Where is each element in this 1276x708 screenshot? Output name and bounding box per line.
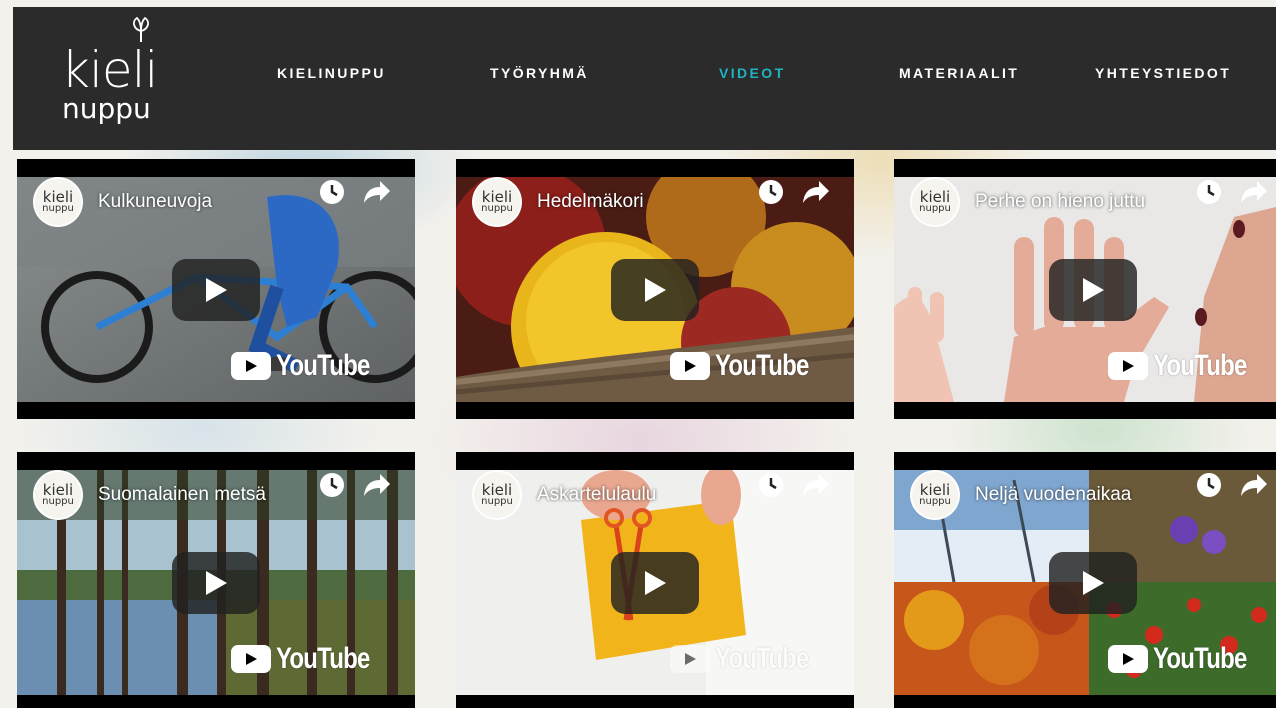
play-button[interactable] bbox=[172, 552, 260, 614]
video-embed-kulkuneuvoja[interactable]: kieli nuppu Kulkuneuvoja YouTube bbox=[17, 159, 415, 419]
channel-avatar-line2: nuppu bbox=[42, 203, 74, 214]
channel-avatar-line2: nuppu bbox=[481, 496, 513, 507]
channel-avatar[interactable]: kieli nuppu bbox=[910, 470, 960, 520]
video-embed-suomalainen-metsa[interactable]: kieli nuppu Suomalainen metsä YouTube bbox=[17, 452, 415, 708]
share-icon[interactable] bbox=[802, 179, 830, 205]
youtube-wordmark: YouTube bbox=[715, 642, 809, 675]
youtube-watermark[interactable]: YouTube bbox=[231, 642, 393, 676]
share-icon[interactable] bbox=[1240, 472, 1268, 498]
youtube-wordmark: YouTube bbox=[276, 349, 370, 382]
channel-avatar[interactable]: kieli nuppu bbox=[33, 470, 83, 520]
play-icon bbox=[645, 571, 666, 595]
channel-avatar-line2: nuppu bbox=[919, 203, 951, 214]
youtube-play-logo-icon bbox=[670, 352, 711, 380]
nav-item-tyoryhma[interactable]: TYÖRYHMÄ bbox=[490, 65, 589, 81]
channel-avatar[interactable]: kieli nuppu bbox=[472, 177, 522, 227]
youtube-wordmark: YouTube bbox=[715, 349, 809, 382]
channel-avatar[interactable]: kieli nuppu bbox=[33, 177, 83, 227]
channel-avatar-line2: nuppu bbox=[481, 203, 513, 214]
video-embed-nelja-vuodenaikaa[interactable]: kieli nuppu Neljä vuodenaikaa YouTube bbox=[894, 452, 1276, 708]
video-title[interactable]: Perhe on hieno juttu bbox=[975, 191, 1145, 213]
clock-icon[interactable] bbox=[319, 179, 345, 205]
video-title[interactable]: Neljä vuodenaikaa bbox=[975, 484, 1131, 506]
clock-icon[interactable] bbox=[1196, 472, 1222, 498]
play-button[interactable] bbox=[611, 552, 699, 614]
play-button[interactable] bbox=[1049, 259, 1137, 321]
play-button[interactable] bbox=[172, 259, 260, 321]
youtube-play-logo-icon bbox=[1108, 645, 1149, 673]
channel-avatar[interactable]: kieli nuppu bbox=[910, 177, 960, 227]
video-title[interactable]: Suomalainen metsä bbox=[98, 484, 266, 506]
youtube-watermark[interactable]: YouTube bbox=[670, 642, 832, 676]
video-embed-hedelmakori[interactable]: kieli nuppu Hedelmäkori YouTube bbox=[456, 159, 854, 419]
nav-item-yhteystiedot[interactable]: YHTEYSTIEDOT bbox=[1095, 65, 1231, 81]
share-icon[interactable] bbox=[363, 179, 391, 205]
channel-avatar-line1: kieli bbox=[481, 481, 513, 499]
video-embed-askartelulaulu[interactable]: kieli nuppu Askartelulaulu YouTube bbox=[456, 452, 854, 708]
youtube-play-logo-icon bbox=[1108, 352, 1149, 380]
clock-icon[interactable] bbox=[758, 179, 784, 205]
play-icon bbox=[206, 278, 227, 302]
clock-icon[interactable] bbox=[1196, 179, 1222, 205]
clock-icon[interactable] bbox=[319, 472, 345, 498]
youtube-wordmark: YouTube bbox=[1153, 642, 1247, 675]
channel-avatar-line1: kieli bbox=[919, 481, 951, 499]
youtube-watermark[interactable]: YouTube bbox=[1108, 642, 1270, 676]
channel-avatar-line2: nuppu bbox=[919, 496, 951, 507]
video-title[interactable]: Askartelulaulu bbox=[537, 484, 656, 506]
logo-text-line2: nuppu bbox=[62, 92, 151, 125]
youtube-watermark[interactable]: YouTube bbox=[231, 349, 393, 383]
nav-item-videot[interactable]: VIDEOT bbox=[719, 65, 786, 81]
share-icon[interactable] bbox=[802, 472, 830, 498]
youtube-play-logo-icon bbox=[231, 352, 272, 380]
play-icon bbox=[645, 278, 666, 302]
play-button[interactable] bbox=[1049, 552, 1137, 614]
channel-avatar-line2: nuppu bbox=[42, 496, 74, 507]
channel-avatar-line1: kieli bbox=[42, 481, 74, 499]
share-icon[interactable] bbox=[1240, 179, 1268, 205]
video-embed-perhe-on-hieno-juttu[interactable]: kieli nuppu Perhe on hieno juttu YouTube bbox=[894, 159, 1276, 419]
channel-avatar-line1: kieli bbox=[42, 188, 74, 206]
play-icon bbox=[206, 571, 227, 595]
share-icon[interactable] bbox=[363, 472, 391, 498]
video-title[interactable]: Hedelmäkori bbox=[537, 191, 644, 213]
channel-avatar[interactable]: kieli nuppu bbox=[472, 470, 522, 520]
channel-avatar-line1: kieli bbox=[481, 188, 513, 206]
video-title[interactable]: Kulkuneuvoja bbox=[98, 191, 212, 213]
main-nav: KIELINUPPU TYÖRYHMÄ VIDEOT MATERIAALIT Y… bbox=[13, 65, 1276, 89]
site-header: kieli nuppu KIELINUPPU TYÖRYHMÄ VIDEOT M… bbox=[13, 7, 1276, 150]
nav-item-kielinuppu[interactable]: KIELINUPPU bbox=[277, 65, 386, 81]
bud-leaf-icon bbox=[133, 17, 149, 43]
play-icon bbox=[1083, 571, 1104, 595]
channel-avatar-line1: kieli bbox=[919, 188, 951, 206]
youtube-play-logo-icon bbox=[670, 645, 711, 673]
youtube-wordmark: YouTube bbox=[1153, 349, 1247, 382]
youtube-wordmark: YouTube bbox=[276, 642, 370, 675]
play-icon bbox=[1083, 278, 1104, 302]
youtube-watermark[interactable]: YouTube bbox=[1108, 349, 1270, 383]
youtube-watermark[interactable]: YouTube bbox=[670, 349, 832, 383]
nav-item-materiaalit[interactable]: MATERIAALIT bbox=[899, 65, 1019, 81]
youtube-play-logo-icon bbox=[231, 645, 272, 673]
clock-icon[interactable] bbox=[758, 472, 784, 498]
play-button[interactable] bbox=[611, 259, 699, 321]
